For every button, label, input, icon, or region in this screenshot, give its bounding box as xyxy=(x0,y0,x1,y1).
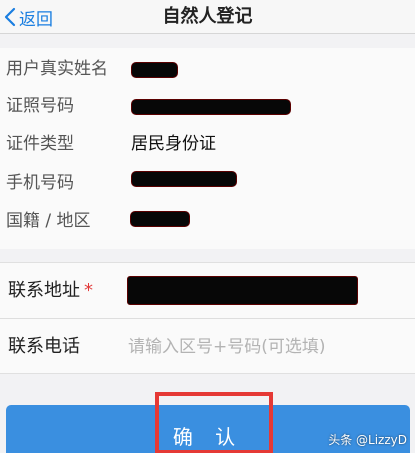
info-label-phone: 手机号码 xyxy=(6,173,74,193)
address-input[interactable] xyxy=(127,276,358,305)
info-label-id-type: 证件类型 xyxy=(6,134,74,154)
redacted-phone xyxy=(131,171,237,187)
info-row-name: 用户真实姓名 xyxy=(0,50,415,87)
phone-input[interactable] xyxy=(128,327,413,367)
address-row: 联系地址 * xyxy=(0,263,415,319)
info-row-phone: 手机号码 xyxy=(0,164,415,201)
redacted-name xyxy=(131,62,178,78)
required-mark: * xyxy=(84,280,93,301)
watermark: 头条 @LizzyD xyxy=(328,433,407,447)
nav-bar: 返回 自然人登记 xyxy=(0,0,415,34)
contact-form: 联系地址 * 联系电话 xyxy=(0,262,415,374)
phone-row: 联系电话 xyxy=(0,319,415,375)
info-label-nationality: 国籍 / 地区 xyxy=(6,211,91,231)
redacted-id-number xyxy=(131,99,291,115)
personal-info-card: 用户真实姓名 证照号码 证件类型 居民身份证 手机号码 国籍 / 地区 xyxy=(0,48,415,249)
phone-label: 联系电话 xyxy=(8,336,80,357)
info-label-id-number: 证照号码 xyxy=(6,96,74,116)
page-title: 自然人登记 xyxy=(162,6,253,27)
highlight-box xyxy=(155,392,273,453)
address-label-text: 联系地址 xyxy=(8,280,80,301)
address-label: 联系地址 * xyxy=(8,277,93,305)
info-label-name: 用户真实姓名 xyxy=(6,59,108,79)
info-value-id-type: 居民身份证 xyxy=(131,134,216,154)
info-row-nationality: 国籍 / 地区 xyxy=(0,202,415,239)
redacted-nationality xyxy=(130,211,190,227)
info-row-id-number: 证照号码 xyxy=(0,87,415,124)
info-row-id-type: 证件类型 居民身份证 xyxy=(0,125,415,162)
